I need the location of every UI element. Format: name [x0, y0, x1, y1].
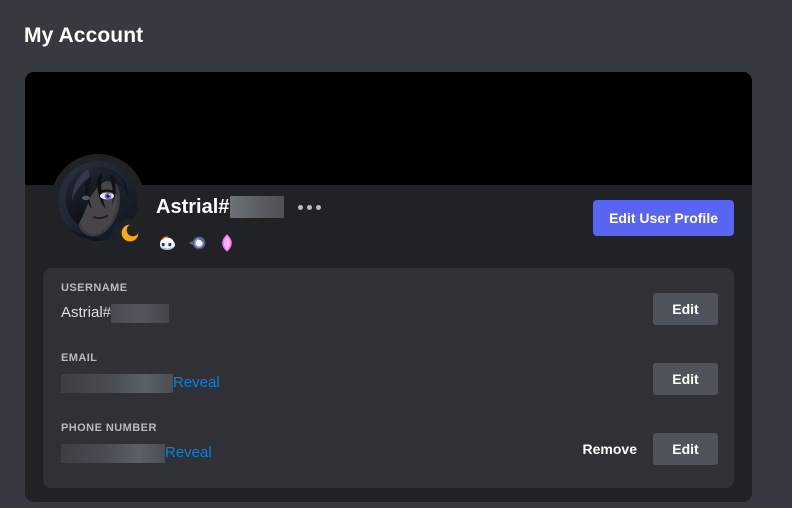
email-actions: Edit	[653, 363, 718, 395]
email-value: Reveal	[61, 373, 220, 393]
display-name: Astrial#	[156, 196, 230, 218]
reveal-phone-link[interactable]: Reveal	[165, 443, 212, 463]
phone-actions: Remove Edit	[583, 433, 718, 465]
username-header: Astrial#	[156, 195, 322, 219]
field-row-username: USERNAME Astrial# Edit	[43, 282, 734, 344]
field-row-phone: PHONE NUMBER Reveal Remove Edit	[43, 422, 734, 484]
ellipsis-icon[interactable]	[298, 204, 322, 210]
phone-label: PHONE NUMBER	[61, 422, 157, 434]
avatar[interactable]	[51, 154, 145, 248]
account-card: Astrial# Edit User Profile USERNAME Astr…	[25, 72, 752, 502]
edit-user-profile-button[interactable]: Edit User Profile	[593, 200, 734, 236]
hypesquad-badge[interactable]	[186, 232, 208, 254]
username-label: USERNAME	[61, 282, 128, 294]
discriminator-redaction	[230, 196, 285, 218]
email-redaction	[61, 373, 173, 393]
remove-phone-link[interactable]: Remove	[583, 441, 637, 457]
status-indicator-idle	[116, 219, 144, 247]
edit-email-button[interactable]: Edit	[653, 363, 718, 395]
profile-badges	[156, 232, 238, 254]
nitro-wumpus-badge[interactable]	[156, 232, 178, 254]
page-title: My Account	[24, 24, 144, 47]
username-text: Astrial#	[61, 304, 112, 321]
username-actions: Edit	[653, 293, 718, 325]
field-row-email: EMAIL Reveal Edit	[43, 352, 734, 414]
edit-username-button[interactable]: Edit	[653, 293, 718, 325]
phone-value: Reveal	[61, 443, 212, 463]
account-fields-panel: USERNAME Astrial# Edit EMAIL Reveal Edit…	[43, 268, 734, 488]
edit-phone-button[interactable]: Edit	[653, 433, 718, 465]
username-redaction	[111, 303, 170, 323]
crescent-moon-icon	[121, 224, 139, 242]
nitro-boost-gem-badge[interactable]	[216, 232, 238, 254]
phone-redaction	[61, 443, 165, 463]
email-label: EMAIL	[61, 352, 98, 364]
reveal-email-link[interactable]: Reveal	[173, 373, 220, 393]
username-value: Astrial#	[61, 303, 170, 323]
